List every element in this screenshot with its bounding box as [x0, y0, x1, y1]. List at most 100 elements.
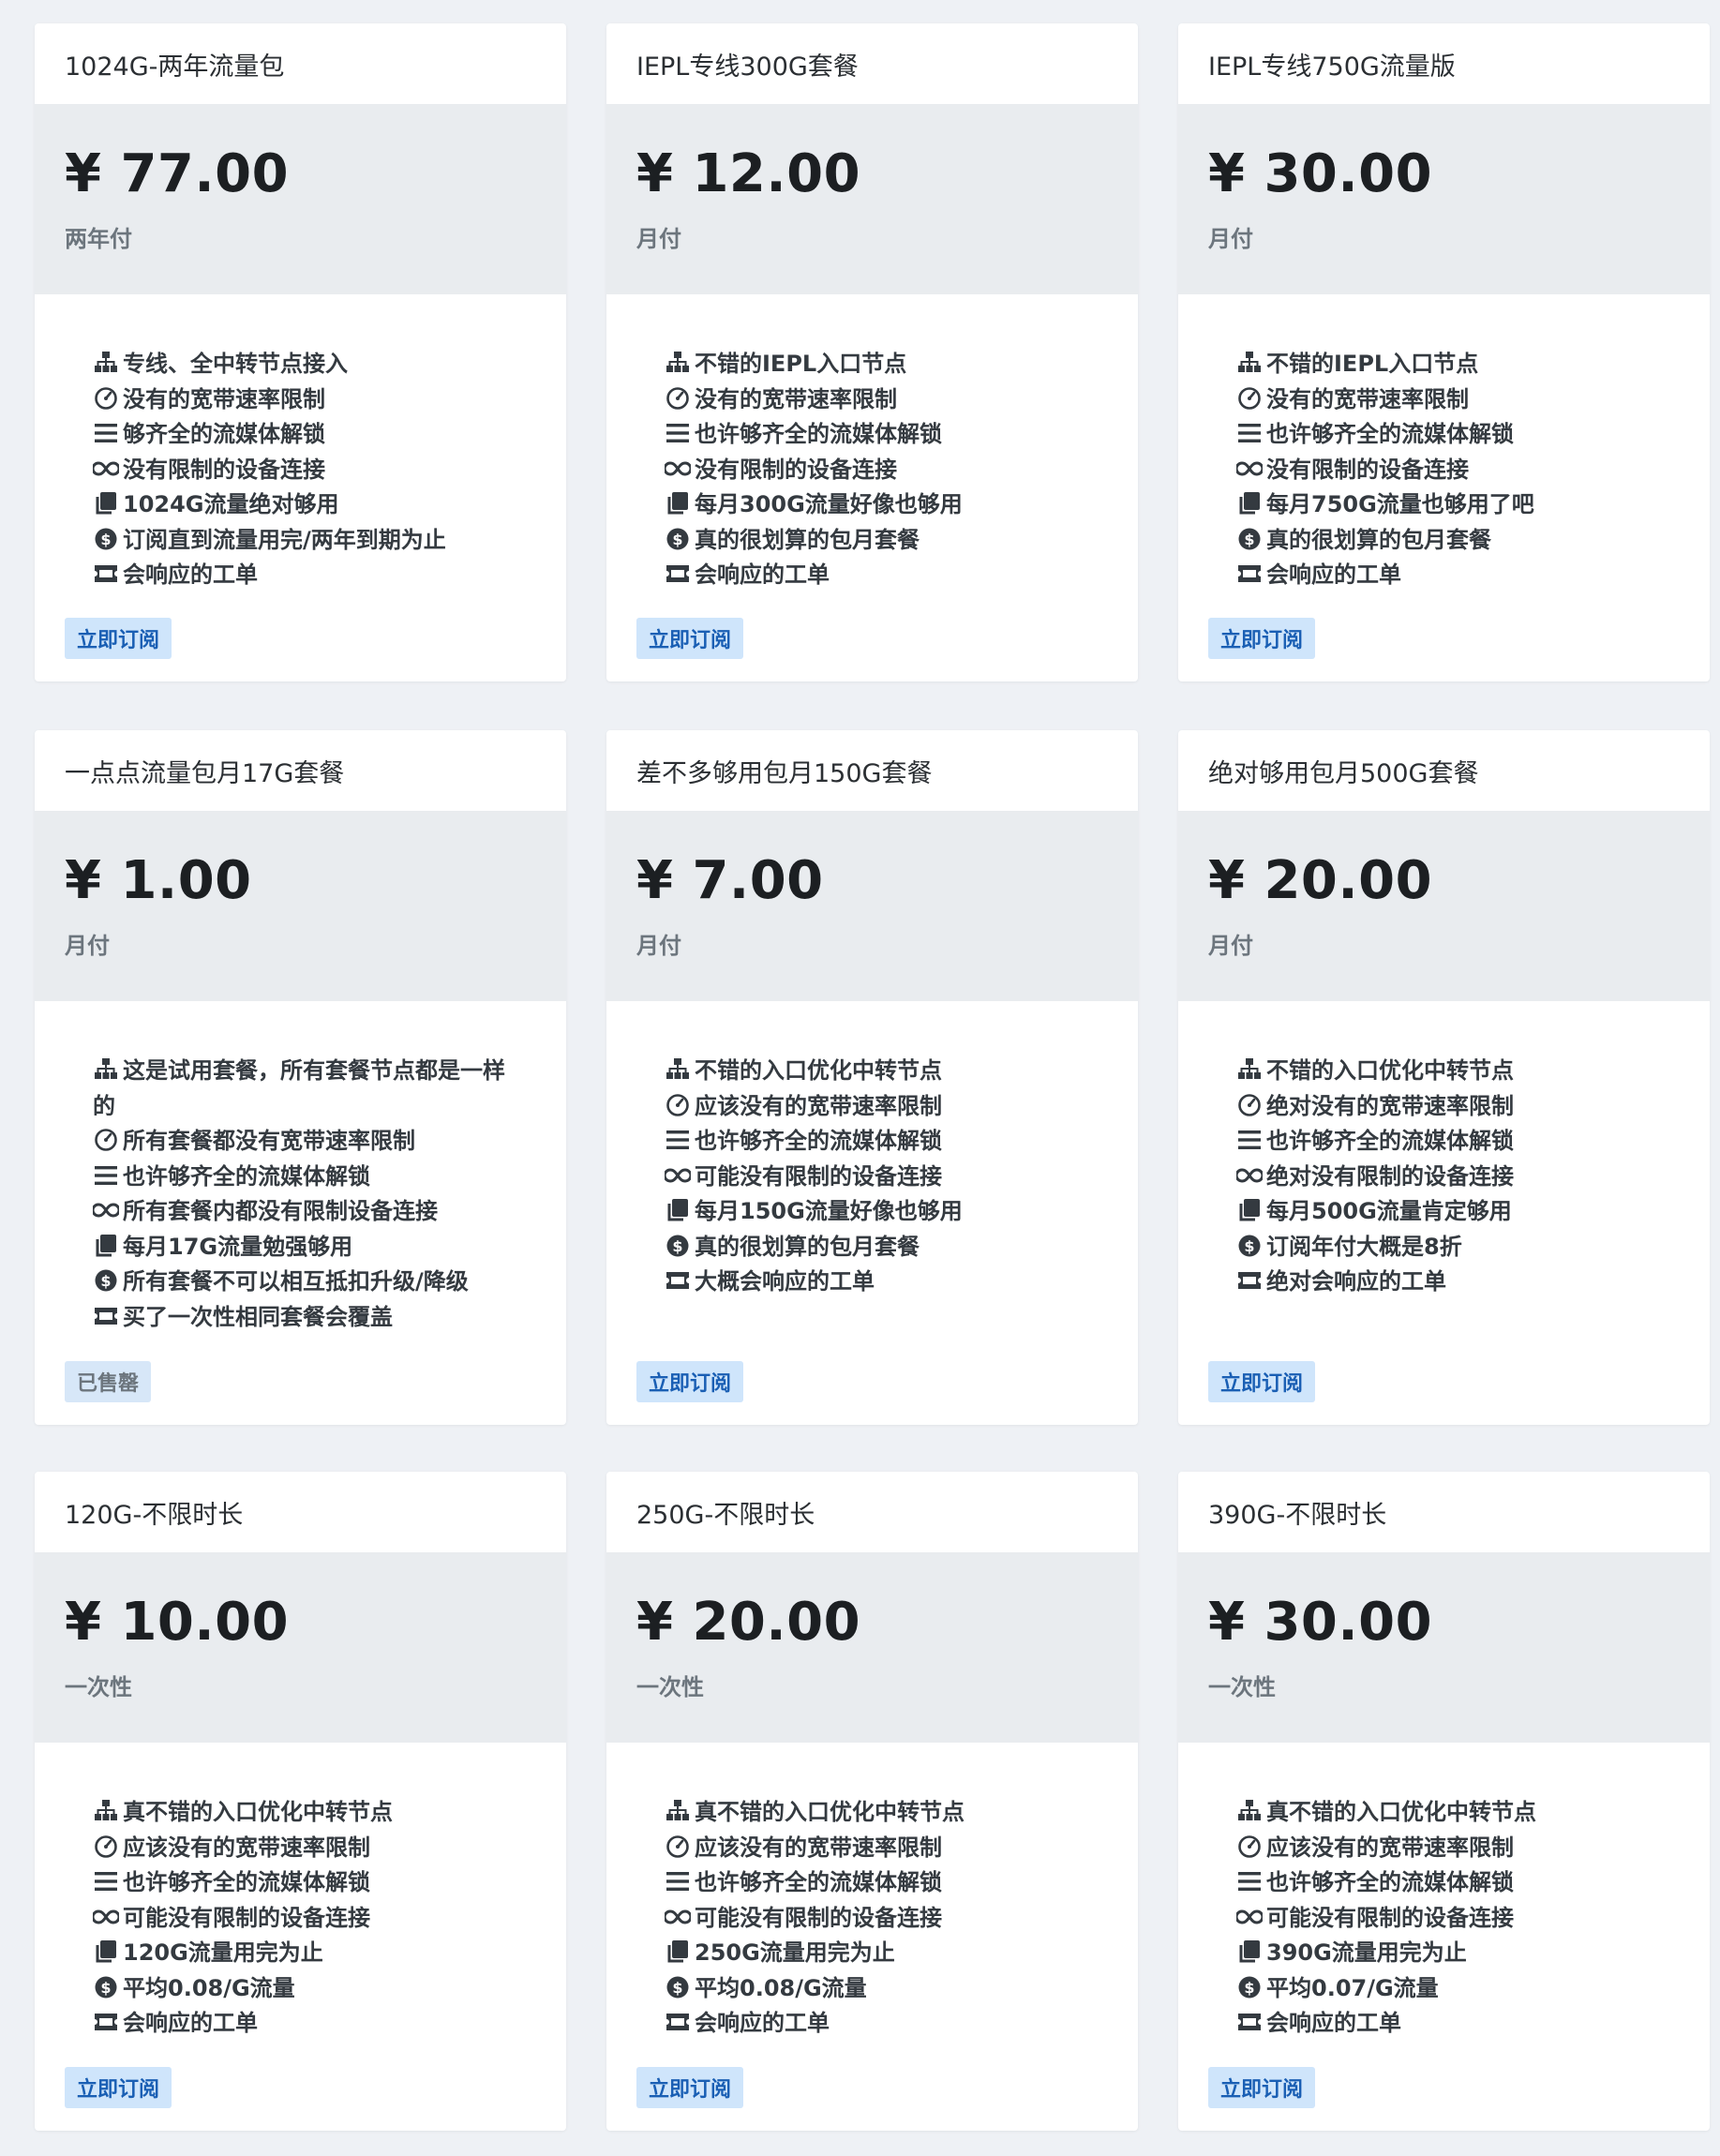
- feature-item: 够齐全的流媒体解锁: [93, 417, 517, 453]
- subscribe-button[interactable]: 立即订阅: [636, 618, 744, 659]
- svg-text:$: $: [100, 1272, 111, 1290]
- feature-item: 也许够齐全的流媒体解锁: [665, 1865, 1089, 1901]
- subscribe-button[interactable]: 立即订阅: [636, 2067, 744, 2108]
- copy-icon: [665, 1939, 691, 1964]
- feature-item: 所有套餐都没有宽带速率限制: [93, 1124, 517, 1160]
- feature-item: 120G流量用完为止: [93, 1936, 517, 1971]
- feature-text: 没有的宽带速率限制: [695, 385, 897, 412]
- plan-price: ¥ 7.00: [636, 850, 824, 911]
- ticket-icon: [665, 1268, 691, 1293]
- feature-item: 不错的IEPL入口节点: [1236, 347, 1661, 382]
- feature-text: 每月150G流量好像也够用: [695, 1198, 963, 1224]
- feature-list: 不错的入口优化中转节点 绝对没有的宽带速率限制 也许够齐全的流媒体解锁 绝对没有限制的…: [1208, 1054, 1680, 1300]
- feature-text: 不错的入口优化中转节点: [1266, 1057, 1514, 1084]
- price-band: ¥ 30.00 一次性: [1178, 1553, 1710, 1743]
- list-icon: [93, 1163, 119, 1188]
- infinity-icon: [665, 457, 691, 481]
- plan-title: IEPL专线750G流量版: [1178, 23, 1710, 105]
- infinity-icon: [1236, 457, 1263, 481]
- ticket-icon: [1236, 2010, 1263, 2034]
- subscribe-button[interactable]: 立即订阅: [1208, 2067, 1316, 2108]
- feature-item: 390G流量用完为止: [1236, 1936, 1661, 1971]
- feature-text: 也许够齐全的流媒体解锁: [1266, 1128, 1514, 1154]
- feature-text: 会响应的工单: [1266, 2010, 1401, 2036]
- feature-text: 订阅年付大概是8折: [1266, 1233, 1462, 1260]
- list-icon: [1236, 1869, 1263, 1894]
- feature-text: 会响应的工单: [1266, 561, 1401, 588]
- plan-card: 一点点流量包月17G套餐 ¥ 1.00 月付 这是试用套餐，所有套餐节点都是一样的 所有…: [35, 730, 566, 1425]
- copy-icon: [665, 491, 691, 516]
- feature-text: 可能没有限制的设备连接: [1266, 1904, 1514, 1931]
- feature-text: 应该没有的宽带速率限制: [695, 1834, 942, 1861]
- feature-item: 绝对会响应的工单: [1236, 1265, 1661, 1300]
- feature-item: 这是试用套餐，所有套餐节点都是一样的: [93, 1054, 517, 1124]
- plan-body: 真不错的入口优化中转节点 应该没有的宽带速率限制也许够齐全的流媒体解锁可能没有限制…: [606, 1743, 1138, 2042]
- subscribe-button[interactable]: 立即订阅: [1208, 618, 1316, 659]
- billing-period: 月付: [65, 933, 110, 959]
- plan-title: 绝对够用包月500G套餐: [1178, 730, 1710, 812]
- feature-item: 会响应的工单: [93, 558, 517, 593]
- feature-item: 会响应的工单: [665, 558, 1089, 593]
- plan-body: 不错的IEPL入口节点 没有的宽带速率限制也许够齐全的流媒体解锁没有限制的设备连接…: [606, 294, 1138, 593]
- plan-card: 1024G-两年流量包 ¥ 77.00 两年付 专线、全中转节点接入 没有的宽带速率限制…: [35, 23, 566, 681]
- feature-text: 也许够齐全的流媒体解锁: [1266, 1869, 1514, 1895]
- feature-text: 真不错的入口优化中转节点: [695, 1799, 965, 1825]
- feature-text: 也许够齐全的流媒体解锁: [695, 421, 942, 447]
- plan-price: ¥ 77.00: [65, 143, 290, 204]
- feature-list: 真不错的入口优化中转节点 应该没有的宽带速率限制 也许够齐全的流媒体解锁 可能没有限制…: [65, 1795, 536, 2042]
- svg-text:$: $: [100, 1979, 111, 1997]
- feature-text: 没有限制的设备连接: [123, 456, 325, 483]
- plan-price: ¥ 30.00: [1208, 1592, 1433, 1653]
- feature-item: $ 真的很划算的包月套餐: [665, 1230, 1089, 1265]
- feature-item: 250G流量用完为止: [665, 1936, 1089, 1971]
- infinity-icon: [93, 457, 119, 481]
- ticket-icon: [665, 2010, 691, 2034]
- gauge-icon: [93, 386, 119, 411]
- copy-icon: [1236, 1939, 1263, 1964]
- feature-text: 可能没有限制的设备连接: [695, 1904, 942, 1931]
- billing-period: 月付: [636, 226, 681, 252]
- billing-period: 月付: [1208, 226, 1253, 252]
- svg-text:$: $: [1244, 1979, 1254, 1997]
- subscribe-button[interactable]: 立即订阅: [65, 2067, 172, 2108]
- plan-card: IEPL专线750G流量版 ¥ 30.00 月付 不错的IEPL入口节点 没有的宽带速率…: [1178, 23, 1710, 681]
- feature-item: 没有限制的设备连接: [665, 453, 1089, 488]
- infinity-icon: [665, 1163, 691, 1188]
- price-band: ¥ 1.00 月付: [35, 812, 566, 1001]
- feature-text: 绝对没有的宽带速率限制: [1266, 1092, 1514, 1119]
- feature-item: 应该没有的宽带速率限制: [665, 1089, 1089, 1125]
- feature-text: 不错的入口优化中转节点: [695, 1057, 942, 1084]
- feature-text: 绝对没有限制的设备连接: [1266, 1162, 1514, 1190]
- feature-text: 真的很划算的包月套餐: [695, 1233, 920, 1260]
- svg-text:$: $: [672, 1979, 682, 1997]
- price-band: ¥ 20.00 一次性: [606, 1553, 1138, 1743]
- plan-title: 一点点流量包月17G套餐: [35, 730, 566, 812]
- sitemap-icon: [1236, 1057, 1263, 1082]
- subscribe-button[interactable]: 立即订阅: [636, 1361, 744, 1402]
- feature-item: $ 平均0.08/G流量: [665, 1971, 1089, 2007]
- plan-card: 差不多够用包月150G套餐 ¥ 7.00 月付 不错的入口优化中转节点 应该没有的宽带速…: [606, 730, 1138, 1425]
- gauge-icon: [1236, 1093, 1263, 1117]
- feature-text: 大概会响应的工单: [695, 1268, 875, 1295]
- gauge-icon: [93, 1128, 119, 1152]
- subscribe-button[interactable]: 立即订阅: [1208, 1361, 1316, 1402]
- plan-title: 390G-不限时长: [1178, 1472, 1710, 1553]
- sitemap-icon: [1236, 351, 1263, 375]
- feature-text: 买了一次性相同套餐会覆盖: [123, 1303, 393, 1330]
- feature-list: 不错的IEPL入口节点 没有的宽带速率限制也许够齐全的流媒体解锁没有限制的设备连接…: [636, 347, 1108, 593]
- ticket-icon: [93, 561, 119, 586]
- ticket-icon: [93, 1304, 119, 1328]
- plan-body: 专线、全中转节点接入 没有的宽带速率限制 够齐全的流媒体解锁 没有限制的设备连接 102…: [35, 294, 566, 593]
- sold-out-button[interactable]: 已售罄: [65, 1361, 152, 1402]
- feature-item: 不错的入口优化中转节点: [665, 1054, 1089, 1089]
- subscribe-button[interactable]: 立即订阅: [65, 618, 172, 659]
- feature-item: 所有套餐内都没有限制设备连接: [93, 1194, 517, 1230]
- gauge-icon: [1236, 386, 1263, 411]
- gauge-icon: [93, 1834, 119, 1859]
- feature-text: 不错的IEPL入口节点: [695, 351, 907, 377]
- feature-item: 买了一次性相同套餐会覆盖: [93, 1300, 517, 1336]
- feature-item: 没有限制的设备连接: [93, 453, 517, 488]
- feature-item: 也许够齐全的流媒体解锁: [665, 1124, 1089, 1160]
- dollar-icon: $: [93, 527, 119, 551]
- feature-text: 会响应的工单: [695, 561, 830, 588]
